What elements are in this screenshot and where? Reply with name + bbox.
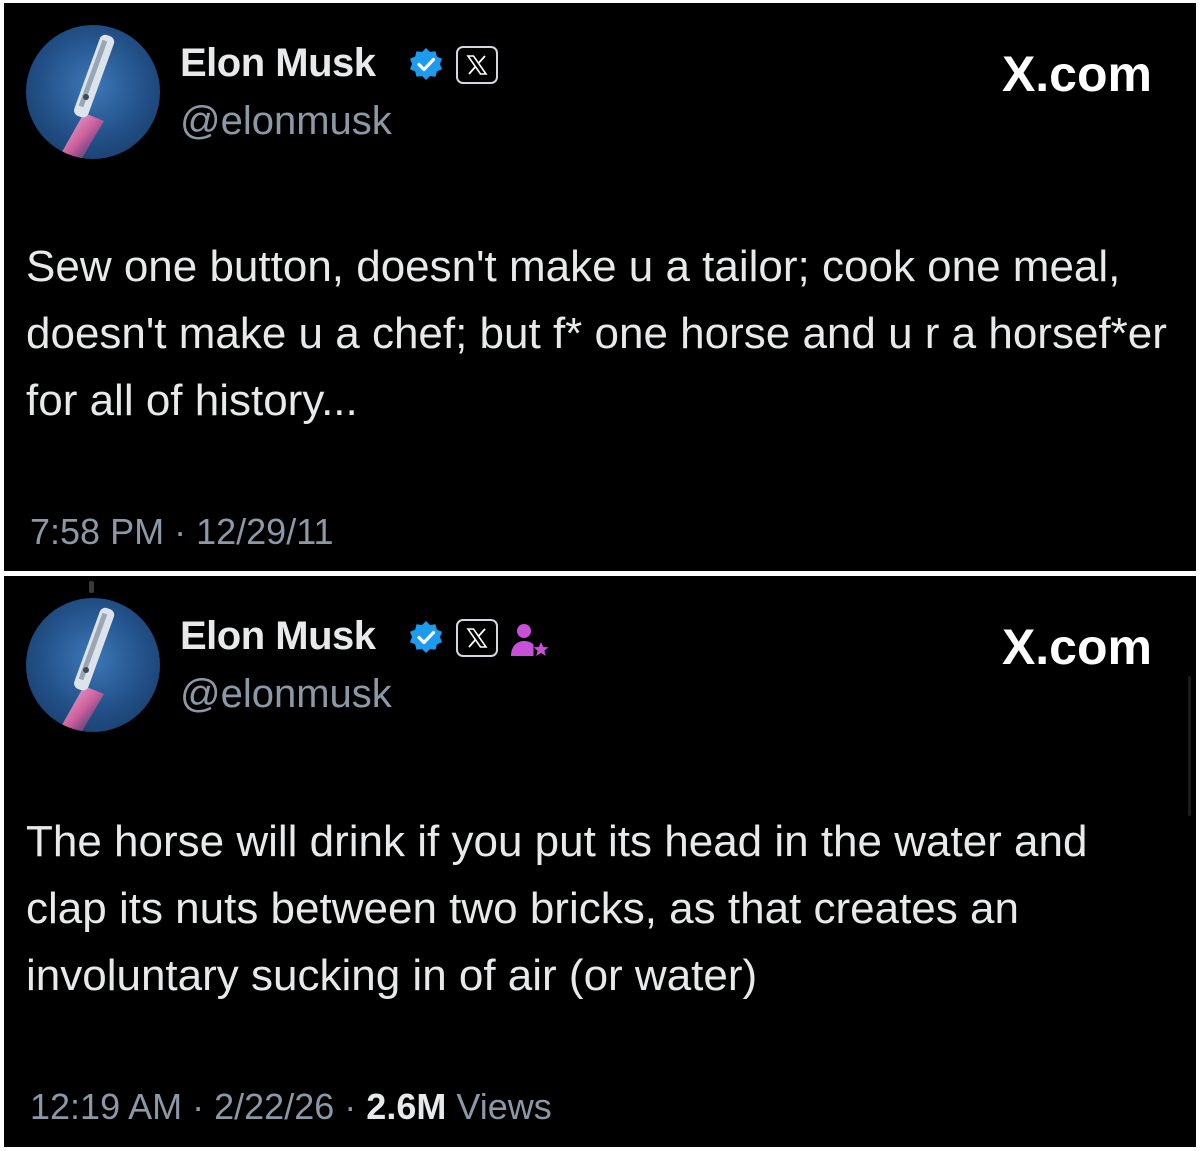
meta-separator: ·	[174, 511, 187, 552]
site-label: X.com	[1001, 46, 1152, 102]
site-label: X.com	[1001, 619, 1152, 675]
tweet-text: Sew one button, doesn't make u a tailor;…	[26, 242, 1167, 425]
tweet-time[interactable]: 7:58 PM	[30, 511, 164, 552]
scrollbar[interactable]	[1188, 676, 1191, 816]
tweet-meta: 7:58 PM · 12/29/11	[30, 511, 334, 553]
author-name[interactable]: Elon Musk	[180, 41, 376, 86]
tweet-card[interactable]: Elon Musk @elonmusk X.com The horse will…	[4, 576, 1196, 1147]
x-badge-icon[interactable]	[456, 46, 498, 84]
views-count[interactable]: 2.6M	[366, 1086, 446, 1127]
rocket-icon	[58, 34, 115, 159]
avatar[interactable]	[26, 598, 160, 732]
verified-icon[interactable]	[408, 47, 444, 83]
meta-separator: ·	[192, 1086, 205, 1127]
scroll-indicator	[89, 581, 94, 593]
author-handle[interactable]: @elonmusk	[180, 99, 392, 144]
tweet-text: The horse will drink if you put its head…	[26, 817, 1088, 1000]
x-logo-icon	[466, 628, 488, 648]
meta-separator: ·	[344, 1086, 357, 1127]
tweet-time[interactable]: 12:19 AM	[30, 1086, 182, 1127]
tweet-date[interactable]: 2/22/26	[214, 1086, 334, 1127]
author-handle[interactable]: @elonmusk	[180, 672, 392, 717]
avatar[interactable]	[26, 25, 160, 159]
affiliate-person-icon[interactable]	[510, 622, 550, 658]
tweet-card[interactable]: Elon Musk @elonmusk X.com Sew one button…	[4, 3, 1196, 571]
views-label: Views	[456, 1086, 552, 1127]
author-name[interactable]: Elon Musk	[180, 614, 376, 659]
x-badge-icon[interactable]	[456, 619, 498, 657]
x-logo-icon	[466, 55, 488, 75]
tweet-meta: 12:19 AM · 2/22/26 · 2.6M Views	[30, 1086, 552, 1128]
verified-icon[interactable]	[408, 620, 444, 656]
tweet-date[interactable]: 12/29/11	[196, 511, 333, 552]
rocket-icon	[58, 607, 115, 732]
